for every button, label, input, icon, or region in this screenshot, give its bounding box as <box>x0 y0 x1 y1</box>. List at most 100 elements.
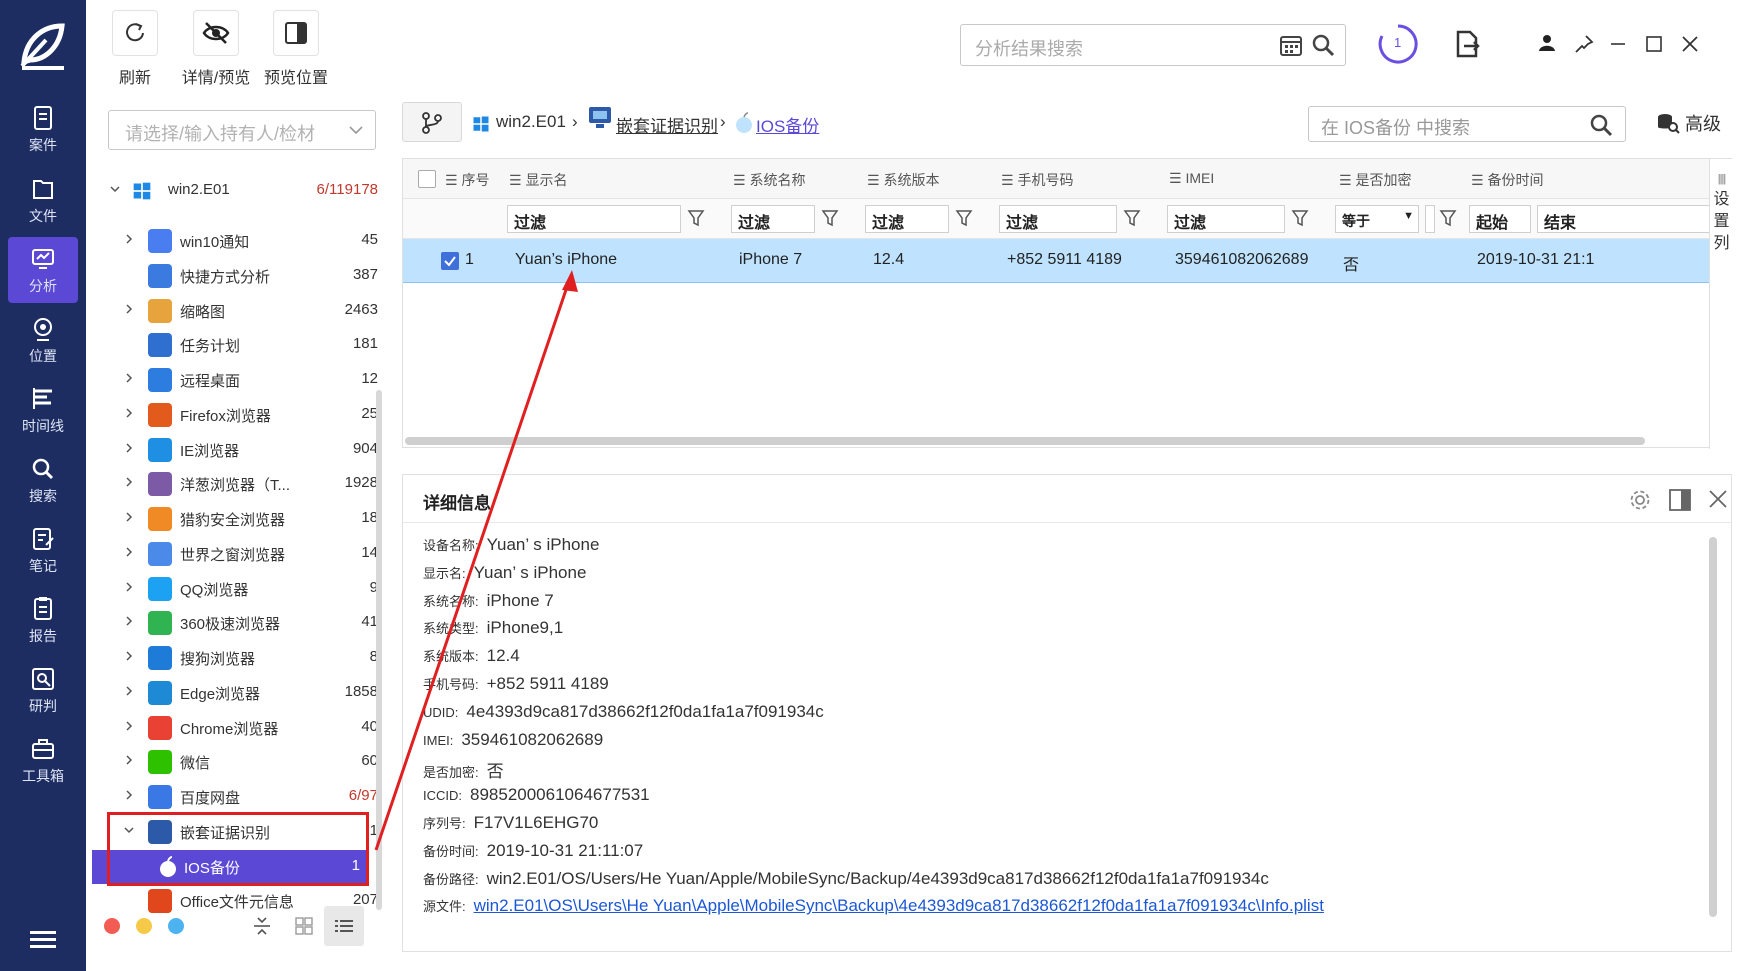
chevron-right-icon[interactable] <box>124 755 134 765</box>
column-header-display-name[interactable]: ☰ 显示名 <box>509 170 567 190</box>
preview-position-button[interactable]: 预览位置 <box>258 10 334 88</box>
column-header-system-name[interactable]: ☰ 系统名称 <box>733 170 805 190</box>
row-checkbox[interactable] <box>441 252 459 270</box>
breadcrumb-root[interactable]: win2.E01 <box>496 112 566 132</box>
tree-root-win2[interactable]: win2.E01 6/119178 <box>96 174 386 208</box>
filter-start[interactable]: 起始 <box>1469 205 1531 233</box>
sidebar-item[interactable]: QQ浏览器 9 <box>96 572 386 606</box>
menu-icon[interactable] <box>30 929 56 951</box>
filter-end[interactable]: 结束 <box>1537 205 1709 233</box>
select-all-checkbox[interactable] <box>418 170 436 188</box>
panel-right-icon[interactable] <box>1669 489 1691 511</box>
nav-search[interactable]: 搜索 <box>0 447 86 513</box>
table-row[interactable]: 1 Yuan’s iPhone iPhone 7 12.4 +852 5911 … <box>403 239 1709 283</box>
advanced-search-button[interactable]: 高级 <box>1656 110 1721 136</box>
column-header-version[interactable]: ☰ 系统版本 <box>867 170 939 190</box>
sidebar-item[interactable]: 快捷方式分析 387 <box>96 259 386 293</box>
blue-dot-icon[interactable] <box>168 918 184 934</box>
column-settings-button[interactable]: |||| 设置列 <box>1709 159 1733 449</box>
category-search-input[interactable]: 在 IOS备份 中搜索 <box>1308 106 1626 142</box>
filter-version[interactable]: 过滤 <box>865 205 949 233</box>
nav-analysis[interactable]: 分析 <box>8 237 78 303</box>
detail-preview-button[interactable]: 详情/预览 <box>174 10 258 88</box>
filter-icon[interactable] <box>687 209 705 227</box>
maximize-icon[interactable] <box>1646 36 1662 52</box>
collapse-icon[interactable] <box>252 916 272 936</box>
chevron-right-icon[interactable] <box>124 512 134 522</box>
detail-field-value[interactable]: win2.E01\OS\Users\He Yuan\Apple\MobileSy… <box>474 896 1324 915</box>
filter-encrypted-extra[interactable] <box>1425 205 1435 233</box>
close-icon[interactable] <box>1709 490 1727 508</box>
filter-display-name[interactable]: 过滤 <box>507 205 681 233</box>
nav-toolbox[interactable]: 工具箱 <box>0 727 86 793</box>
sidebar-item[interactable]: 任务计划 181 <box>96 328 386 362</box>
nav-report[interactable]: 报告 <box>0 587 86 653</box>
table-horizontal-scrollbar[interactable] <box>405 437 1645 445</box>
chevron-right-icon[interactable] <box>124 616 134 626</box>
close-icon[interactable] <box>1682 36 1698 52</box>
detail-scrollbar[interactable] <box>1709 537 1717 917</box>
sidebar-item[interactable]: 洋葱浏览器（T... 1928 <box>96 467 386 501</box>
sidebar-item[interactable]: 猎豹安全浏览器 18 <box>96 502 386 536</box>
filter-imei[interactable]: 过滤 <box>1167 205 1285 233</box>
sidebar-item[interactable]: Edge浏览器 1858 <box>96 676 386 710</box>
sidebar-item[interactable]: 微信 60 <box>96 745 386 779</box>
sidebar-item[interactable]: 世界之窗浏览器 14 <box>96 537 386 571</box>
export-icon[interactable] <box>1454 30 1480 58</box>
search-icon[interactable] <box>1311 33 1335 57</box>
chevron-right-icon[interactable] <box>124 790 134 800</box>
sidebar-item[interactable]: 百度网盘 6/97 <box>96 780 386 814</box>
chevron-right-icon[interactable] <box>124 442 134 453</box>
tree-scrollbar[interactable] <box>376 390 382 910</box>
list-view-button[interactable] <box>324 906 364 946</box>
filter-encrypted-select[interactable]: 等于 ▼ <box>1335 205 1419 233</box>
sidebar-item[interactable]: 远程桌面 12 <box>96 363 386 397</box>
filter-phone[interactable]: 过滤 <box>999 205 1117 233</box>
chevron-right-icon[interactable] <box>124 408 134 418</box>
filter-icon[interactable] <box>1291 209 1309 227</box>
breadcrumb-ios-backup[interactable]: IOS备份 <box>756 112 819 137</box>
search-icon[interactable] <box>1589 113 1613 137</box>
column-header-index[interactable]: ☰ 序号 <box>445 170 489 190</box>
column-header-imei[interactable]: ☰ IMEI <box>1169 170 1214 187</box>
calendar-icon[interactable] <box>1279 33 1303 57</box>
chevron-right-icon[interactable] <box>124 581 134 592</box>
nav-timeline[interactable]: 时间线 <box>0 377 86 443</box>
yellow-dot-icon[interactable] <box>136 918 152 934</box>
nav-note[interactable]: 笔记 <box>0 517 86 583</box>
task-progress-indicator[interactable]: 1 <box>1376 22 1420 66</box>
sidebar-item[interactable]: 搜狗浏览器 8 <box>96 641 386 675</box>
chevron-right-icon[interactable] <box>124 303 134 314</box>
column-header-phone[interactable]: ☰ 手机号码 <box>1001 170 1073 190</box>
column-header-encrypted[interactable]: ☰ 是否加密 <box>1339 170 1411 190</box>
nav-location[interactable]: 位置 <box>0 307 86 373</box>
breadcrumb-nested[interactable]: 嵌套证据识别 <box>616 112 718 137</box>
refresh-button[interactable]: 刷新 <box>112 10 158 88</box>
grid-view-icon[interactable] <box>294 916 314 936</box>
filter-system-name[interactable]: 过滤 <box>731 205 815 233</box>
sidebar-item[interactable]: Firefox浏览器 25 <box>96 398 386 432</box>
nav-file[interactable]: 文件 <box>0 167 86 233</box>
filter-icon[interactable] <box>1439 209 1457 227</box>
analysis-search-input[interactable]: 分析结果搜索 <box>960 24 1346 66</box>
red-dot-icon[interactable] <box>104 918 120 934</box>
filter-icon[interactable] <box>955 209 973 227</box>
sidebar-item[interactable]: 缩略图 2463 <box>96 294 386 328</box>
owner-select-input[interactable]: 请选择/输入持有人/检材 <box>108 110 376 150</box>
sidebar-item[interactable]: 360极速浏览器 41 <box>96 606 386 640</box>
filter-icon[interactable] <box>821 209 839 227</box>
chevron-right-icon[interactable] <box>124 720 134 731</box>
sidebar-item[interactable]: Chrome浏览器 40 <box>96 711 386 745</box>
chevron-right-icon[interactable] <box>124 686 134 696</box>
nav-judge[interactable]: 研判 <box>0 657 86 723</box>
branch-button[interactable] <box>402 102 462 142</box>
column-header-backup-time[interactable]: ☰ 备份时间 <box>1471 170 1543 190</box>
chevron-down-icon[interactable] <box>110 184 120 194</box>
filter-icon[interactable] <box>1123 209 1141 227</box>
chevron-right-icon[interactable] <box>124 373 134 383</box>
sidebar-item[interactable]: win10通知 45 <box>96 224 386 258</box>
chevron-right-icon[interactable] <box>124 547 134 557</box>
chevron-right-icon[interactable] <box>124 651 134 661</box>
minimize-icon[interactable] <box>1610 36 1626 52</box>
sidebar-item[interactable]: IE浏览器 904 <box>96 433 386 467</box>
